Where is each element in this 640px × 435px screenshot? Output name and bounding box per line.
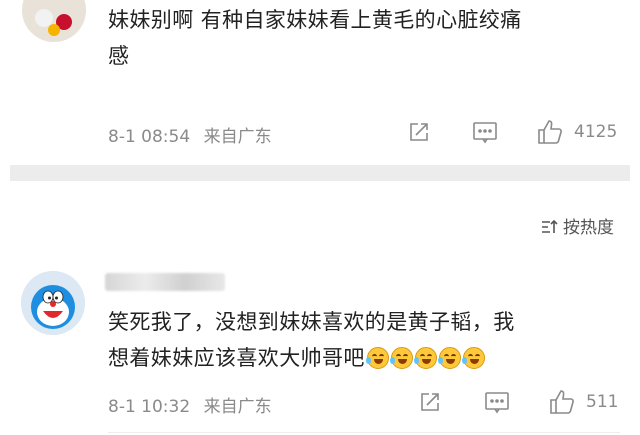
share-icon[interactable]: [418, 390, 442, 418]
comment-date: 8-1 08:54: [108, 127, 191, 147]
avatar[interactable]: [22, 0, 86, 42]
comment-date: 8-1 10:32: [108, 397, 191, 417]
sort-label: 按热度: [563, 218, 614, 238]
share-icon[interactable]: [407, 120, 431, 148]
comment-item: 笑死我了，没想到妹妹喜欢的是黄子韬，我 想着妹妹应该喜欢大帅哥吧: [0, 268, 640, 435]
emoji-row: [365, 347, 487, 369]
section-divider: [10, 165, 630, 181]
comment-icon[interactable]: [484, 390, 510, 418]
laugh-cry-emoji-icon: [365, 347, 389, 369]
laugh-cry-emoji-icon: [437, 347, 461, 369]
like-count: 511: [586, 392, 619, 412]
comment-text-segment: 想着妹妹应该喜欢大帅哥吧: [108, 346, 365, 370]
laugh-cry-emoji-icon: [461, 347, 485, 369]
comment-location: 来自广东: [203, 397, 272, 417]
like-count: 4125: [574, 122, 618, 142]
comment-meta: 8-1 10:32 来自广东: [108, 392, 280, 417]
comment-text-line: 想着妹妹应该喜欢大帅哥吧: [108, 340, 620, 376]
comment-text: 笑死我了，没想到妹妹喜欢的是黄子韬，我 想着妹妹应该喜欢大帅哥吧: [108, 304, 620, 376]
laugh-cry-emoji-icon: [413, 347, 437, 369]
sort-icon: [541, 219, 559, 240]
comment-text-line: 感: [108, 44, 130, 68]
thumbs-up-icon[interactable]: [548, 388, 576, 420]
thumbs-up-icon[interactable]: [536, 118, 564, 150]
comment-text: 妹妹别啊 有种自家妹妹看上黄毛的心脏绞痛 感: [108, 2, 620, 74]
divider-line: [108, 432, 620, 433]
sort-button[interactable]: 按热度: [541, 213, 614, 240]
avatar[interactable]: [21, 271, 85, 335]
comment-text-line: 妹妹别啊 有种自家妹妹看上黄毛的心脏绞痛: [108, 8, 522, 32]
comment-icon[interactable]: [472, 120, 498, 148]
laugh-cry-emoji-icon: [389, 347, 413, 369]
comment-text-line: 笑死我了，没想到妹妹喜欢的是黄子韬，我: [108, 310, 515, 334]
username-blurred[interactable]: [105, 273, 225, 291]
comment-meta: 8-1 08:54 来自广东: [108, 122, 280, 147]
comment-location: 来自广东: [203, 127, 272, 147]
comment-item: 妹妹别啊 有种自家妹妹看上黄毛的心脏绞痛 感 8-1 08:54 来自广东 41…: [0, 0, 640, 165]
